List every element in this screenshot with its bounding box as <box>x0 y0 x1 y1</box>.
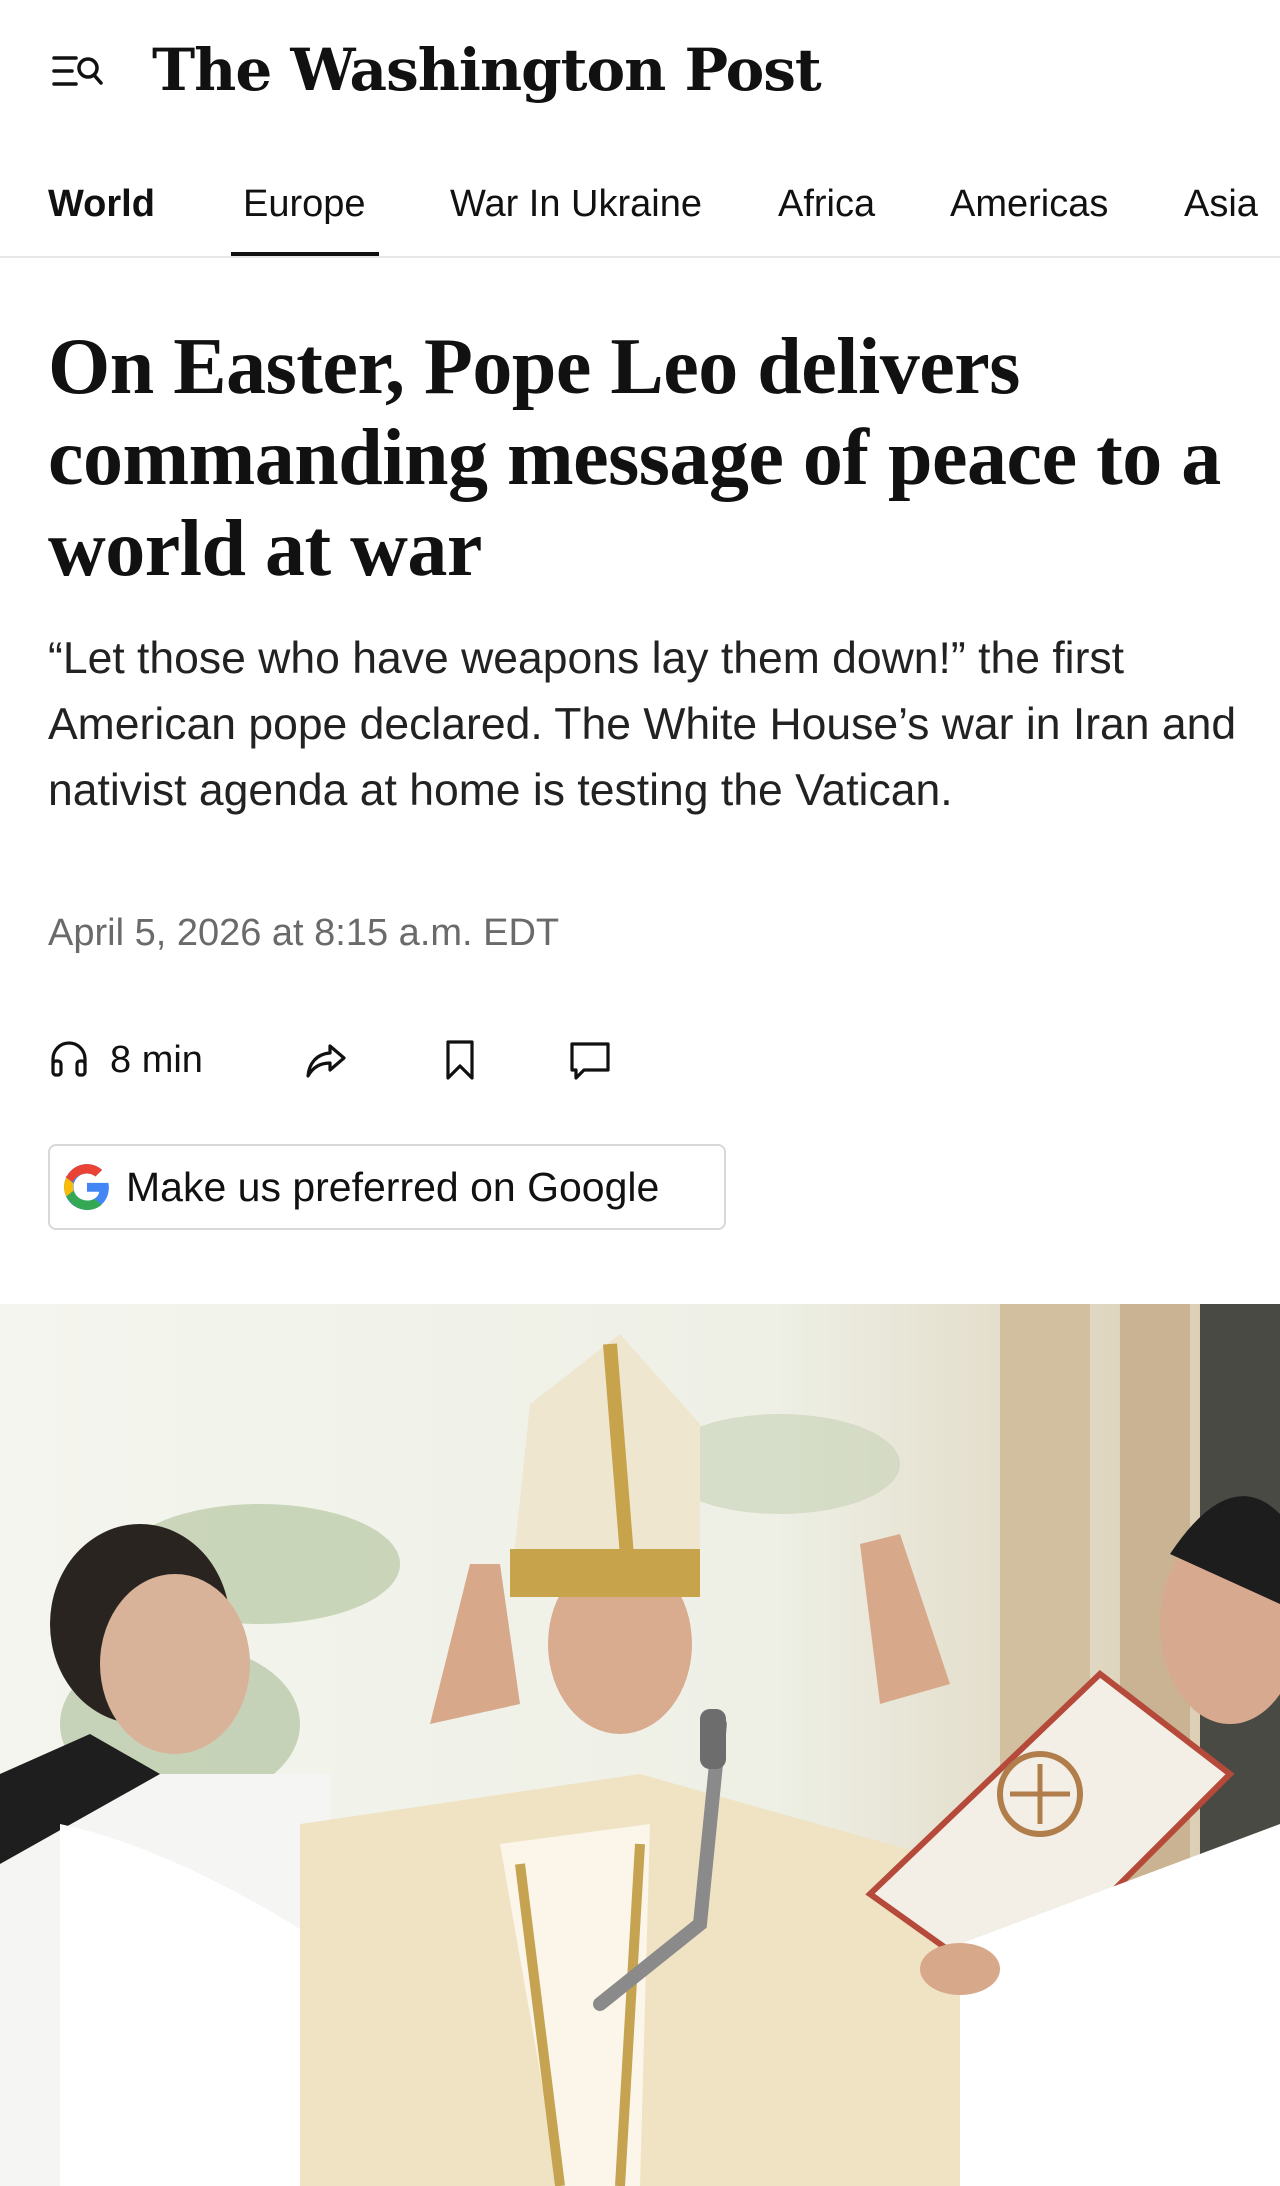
article-headline: On Easter, Pope Leo delivers commanding … <box>48 323 1221 593</box>
article-actions: 8 min <box>48 1030 748 1090</box>
headphones-icon <box>48 1037 90 1084</box>
nav-item-americas[interactable]: Americas <box>950 182 1108 226</box>
site-header: The Washington Post <box>0 0 1280 140</box>
listen-duration: 8 min <box>110 1038 203 1081</box>
share-icon[interactable] <box>302 1036 350 1084</box>
active-tab-indicator <box>231 252 379 256</box>
nav-item-asia[interactable]: Asia <box>1184 182 1258 226</box>
comment-icon[interactable] <box>566 1036 614 1084</box>
nav-item-africa[interactable]: Africa <box>778 182 875 226</box>
article-timestamp: April 5, 2026 at 8:15 a.m. EDT <box>48 912 560 954</box>
nav-item-world[interactable]: World <box>48 182 155 226</box>
nav-item-europe[interactable]: Europe <box>243 182 366 226</box>
bookmark-icon[interactable] <box>436 1036 484 1084</box>
make-us-preferred-button[interactable]: Make us preferred on Google <box>48 1144 726 1230</box>
listen-button[interactable]: 8 min <box>48 1030 203 1090</box>
make-us-preferred-label: Make us preferred on Google <box>126 1163 660 1210</box>
article-dek: “Let those who have weapons lay them dow… <box>48 634 1237 815</box>
article-hero-photo[interactable] <box>0 1304 1280 2186</box>
nav-item-war-in-ukraine[interactable]: War In Ukraine <box>450 182 702 226</box>
google-g-icon <box>62 1162 112 1212</box>
site-logo[interactable]: The Washington Post <box>152 30 822 110</box>
section-nav: World Europe War In Ukraine Africa Ameri… <box>0 160 1280 258</box>
menu-search-icon[interactable] <box>50 50 104 94</box>
